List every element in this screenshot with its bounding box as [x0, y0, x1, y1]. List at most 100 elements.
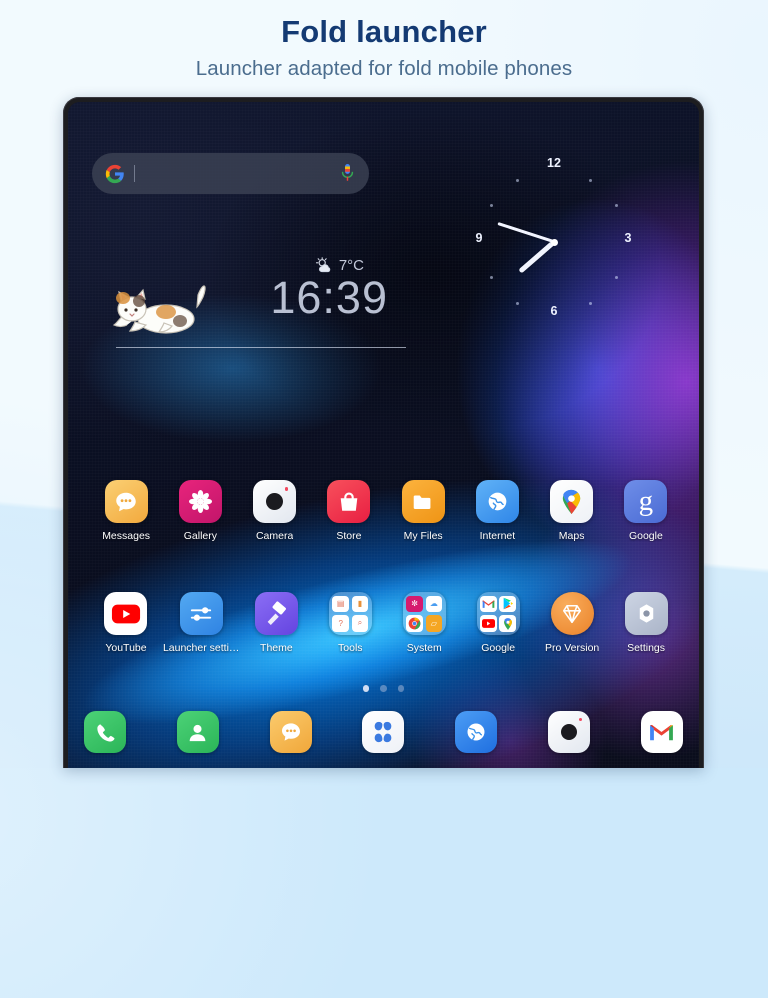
play-store-icon	[499, 595, 517, 613]
app-label: Tools	[338, 642, 363, 654]
cloud-icon: ☁	[425, 595, 443, 613]
clock-marker	[615, 276, 619, 280]
gmail-icon[interactable]	[640, 711, 683, 753]
app-label: Google	[481, 642, 516, 654]
help-icon: ?	[332, 614, 350, 632]
diamond-icon[interactable]	[550, 592, 594, 635]
app-label: Theme	[260, 642, 293, 654]
clock-marker	[615, 204, 619, 208]
app-label: System	[406, 642, 442, 654]
internet-globe-icon[interactable]	[455, 711, 498, 753]
page-subtitle: Launcher adapted for fold mobile phones	[195, 57, 573, 80]
apps-grid-icon[interactable]	[362, 711, 405, 753]
clock-marker	[516, 179, 520, 183]
app-label: My Files	[403, 530, 443, 542]
app-label: Camera	[255, 530, 294, 542]
app-item-store[interactable]: Store	[312, 480, 386, 542]
youtube-icon[interactable]	[104, 592, 148, 635]
clock-marker	[589, 179, 593, 183]
page-indicator[interactable]	[68, 685, 699, 692]
microphone-icon[interactable]	[339, 163, 356, 184]
analog-clock-widget[interactable]: 12 3 6 9	[464, 152, 644, 332]
app-item-tools[interactable]: ▤ ▮ ? ⌕ Tools	[313, 592, 387, 654]
store-bag-icon[interactable]	[327, 480, 371, 523]
promo-header: Fold launcher Launcher adapted for fold …	[0, 0, 768, 81]
clock-hour-hand	[518, 240, 556, 274]
search-bar[interactable]	[92, 153, 369, 194]
clock-minute-hand	[497, 222, 555, 244]
app-label: YouTube	[105, 642, 147, 654]
chrome-icon	[406, 614, 423, 632]
clock-center-dot	[550, 238, 558, 246]
app-item-maps[interactable]: Maps	[535, 480, 609, 542]
clock-marker	[589, 302, 593, 306]
folder-icon[interactable]	[401, 480, 445, 523]
app-label: Maps	[558, 530, 585, 542]
app-item-my-files[interactable]: My Files	[386, 480, 460, 542]
app-item-pro-version[interactable]: Pro Version	[535, 592, 609, 654]
app-item-camera[interactable]: Camera	[238, 480, 312, 542]
gallery-flower-icon[interactable]	[178, 480, 222, 523]
app-item-settings[interactable]: Settings	[609, 592, 683, 654]
camera-icon[interactable]	[253, 480, 297, 523]
app-label: Launcher setti…	[162, 642, 240, 654]
messages-icon[interactable]	[269, 711, 312, 753]
sliders-icon[interactable]	[179, 592, 223, 635]
settings-gear-icon[interactable]	[624, 592, 668, 635]
app-item-youtube[interactable]: YouTube	[89, 592, 163, 654]
cat-illustration	[110, 279, 208, 341]
clock-marker	[490, 276, 494, 280]
app-item-theme[interactable]: Theme	[239, 592, 313, 654]
app-label: Store	[336, 530, 362, 542]
app-item-system[interactable]: ✼ ☁ ▱ System	[387, 592, 461, 654]
app-label: Gallery	[183, 530, 217, 542]
page-dot-1[interactable]	[362, 685, 370, 692]
messages-icon[interactable]	[104, 480, 148, 523]
clock-numeral-3: 3	[624, 231, 632, 245]
app-label: Internet	[479, 530, 516, 542]
camera-icon[interactable]	[548, 711, 591, 753]
google-g-icon	[105, 164, 125, 184]
folder-icon: ▱	[425, 614, 443, 632]
app-label: Pro Version	[544, 642, 600, 654]
contacts-icon[interactable]	[176, 711, 219, 753]
phone-icon[interactable]	[84, 711, 126, 753]
internet-globe-icon[interactable]	[475, 480, 519, 523]
gallery-flower-icon: ✼	[406, 595, 423, 613]
calculator-icon: ▤	[332, 595, 350, 613]
search-icon: ⌕	[351, 614, 369, 632]
dock	[84, 711, 683, 753]
clock-weather-widget[interactable]: 7°C 16:39	[112, 257, 416, 352]
app-grid-row-1: Messages Gallery Camera Store My Files I…	[89, 480, 683, 542]
google-folder-icon[interactable]	[476, 592, 520, 635]
tools-folder-icon[interactable]: ▤ ▮ ? ⌕	[328, 592, 372, 635]
app-label: Settings	[627, 642, 666, 654]
app-item-messages[interactable]: Messages	[89, 480, 163, 542]
youtube-icon	[480, 614, 497, 632]
digital-clock-time: 16:39	[270, 272, 388, 323]
clock-numeral-12: 12	[547, 156, 561, 170]
clock-numeral-9: 9	[475, 231, 483, 245]
google-maps-pin-icon[interactable]	[550, 480, 594, 523]
clock-marker	[490, 204, 494, 208]
paint-roller-icon[interactable]	[254, 592, 298, 635]
system-folder-icon[interactable]: ✼ ☁ ▱	[402, 592, 446, 635]
app-grid-row-2: YouTube Launcher setti… Theme ▤ ▮ ? ⌕ To…	[89, 592, 683, 654]
search-input[interactable]	[135, 153, 339, 194]
page-title: Fold launcher	[281, 14, 487, 49]
app-item-internet[interactable]: Internet	[460, 480, 534, 542]
widget-underline	[116, 346, 406, 348]
google-maps-pin-icon	[499, 614, 517, 632]
google-g-square-icon[interactable]: g	[624, 480, 668, 523]
device-screen: 12 3 6 9 7°C 16:39 Messages Gallery Came…	[68, 102, 699, 768]
app-item-gallery[interactable]: Gallery	[163, 480, 237, 542]
gmail-icon	[480, 595, 497, 613]
page-dot-3[interactable]	[397, 685, 405, 692]
app-label: Google	[628, 530, 663, 542]
app-label: Messages	[102, 530, 151, 542]
page-dot-2[interactable]	[380, 685, 387, 692]
device-frame: 12 3 6 9 7°C 16:39 Messages Gallery Came…	[63, 97, 704, 768]
app-item-google-folder[interactable]: Google	[461, 592, 535, 654]
app-item-launcher-settings[interactable]: Launcher setti…	[163, 592, 239, 654]
app-item-google[interactable]: g Google	[609, 480, 683, 542]
